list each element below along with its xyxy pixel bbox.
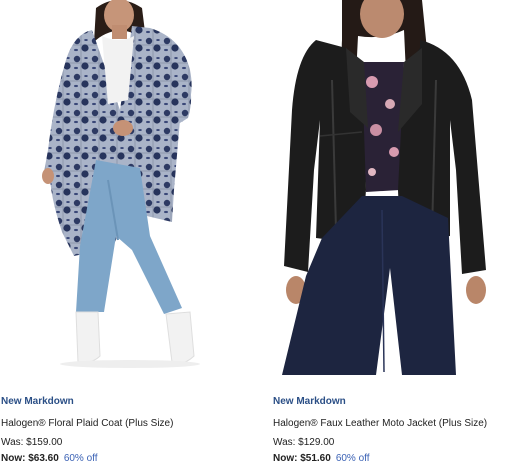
was-price: Was: $129.00 <box>273 437 335 448</box>
product-image[interactable] <box>272 0 527 375</box>
new-markdown-badge: New Markdown <box>273 396 346 407</box>
discount-label: 60% off <box>335 453 370 464</box>
product-grid: New Markdown Halogen® Floral Plaid Coat … <box>0 0 527 472</box>
product-card[interactable]: New Markdown Halogen® Floral Plaid Coat … <box>0 0 250 472</box>
now-price: Now: $63.60 <box>1 453 59 464</box>
discount-label: 60% off <box>63 453 98 464</box>
now-price: Now: $51.60 <box>273 453 331 464</box>
sale-price-line: Now: $51.60 60% off <box>273 453 370 464</box>
sale-price-line: Now: $63.60 60% off <box>1 453 98 464</box>
model-in-floral-coat-image <box>42 0 200 368</box>
product-name-link[interactable]: Halogen® Floral Plaid Coat (Plus Size) <box>1 418 173 429</box>
product-image[interactable] <box>0 0 250 375</box>
was-price: Was: $159.00 <box>1 437 63 448</box>
product-card[interactable]: New Markdown Halogen® Faux Leather Moto … <box>272 0 527 472</box>
new-markdown-badge: New Markdown <box>1 396 74 407</box>
model-in-leather-jacket-image <box>282 0 486 375</box>
product-name-link[interactable]: Halogen® Faux Leather Moto Jacket (Plus … <box>273 418 487 429</box>
